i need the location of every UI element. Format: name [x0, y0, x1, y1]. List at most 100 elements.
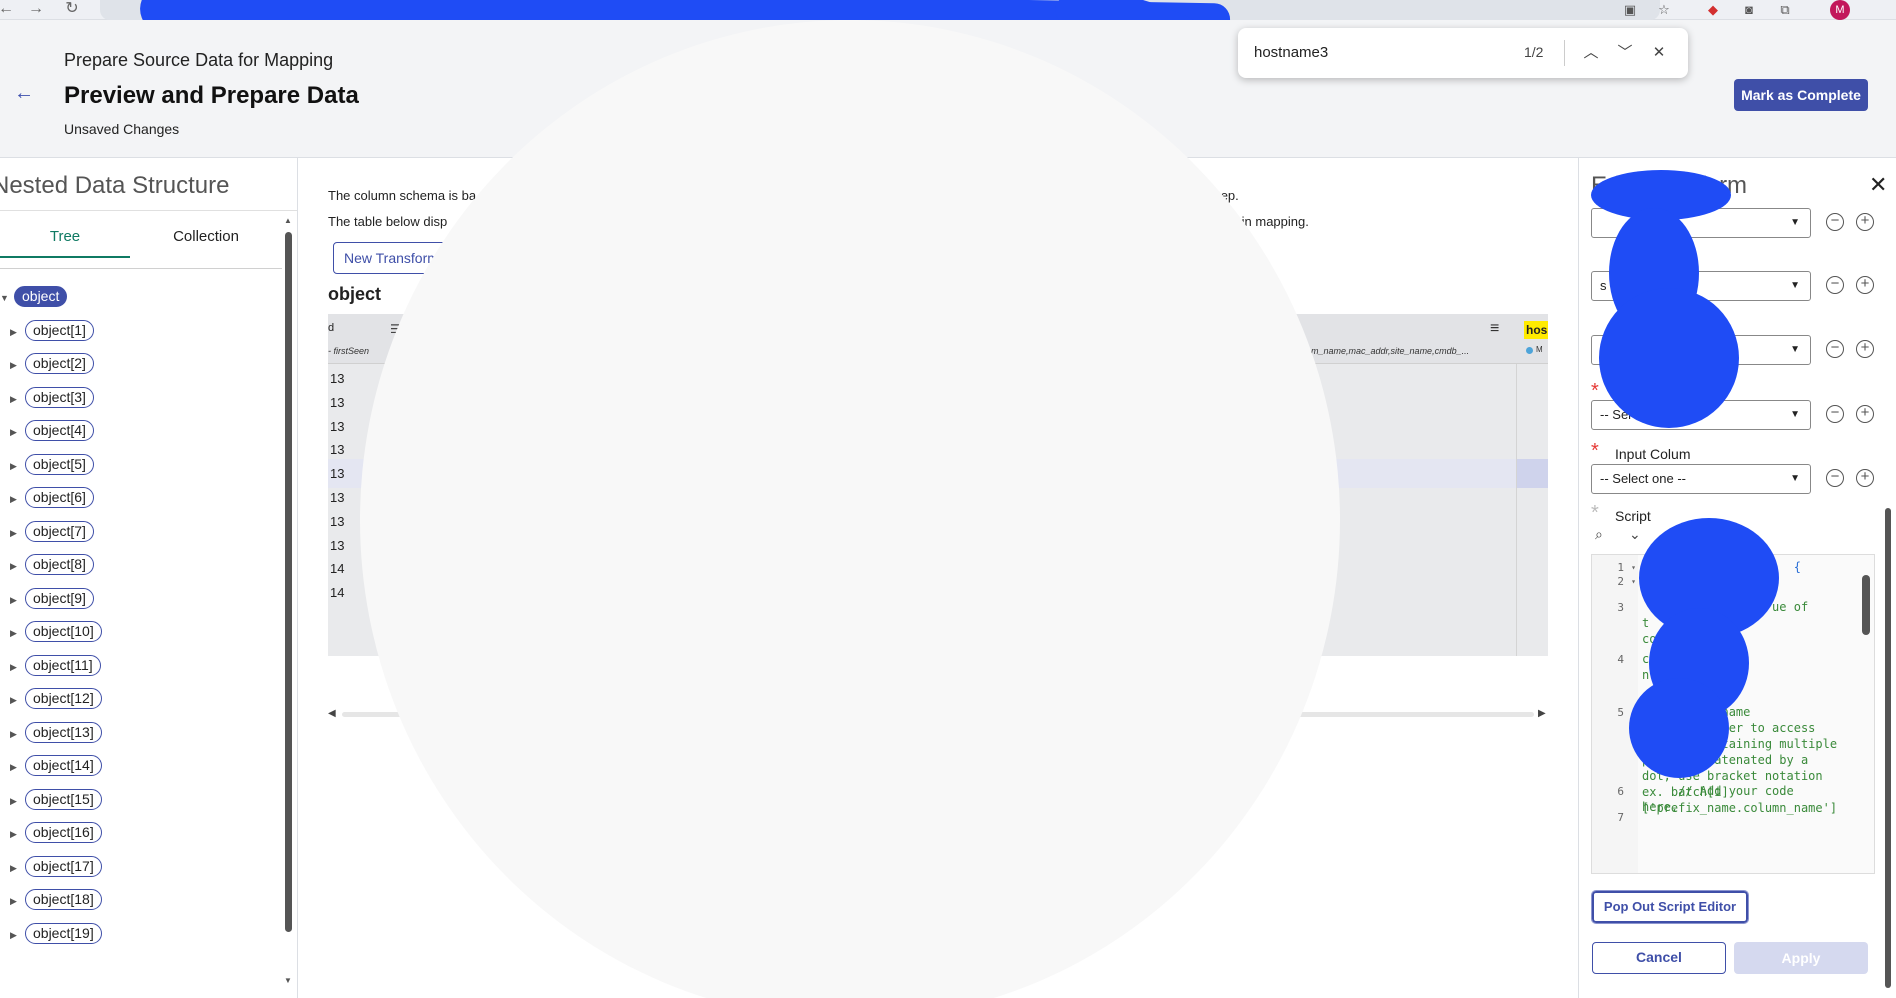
remove-icon[interactable]: −	[1826, 405, 1844, 423]
star-icon[interactable]: ☆	[1655, 1, 1673, 19]
fold-icon[interactable]: ▾	[1626, 577, 1636, 586]
forward-icon[interactable]: →	[24, 0, 48, 20]
caret-right-icon[interactable]: ▶	[10, 461, 17, 472]
column-menu-icon[interactable]: ≡	[1490, 320, 1499, 338]
fold-icon[interactable]: ▾	[1626, 563, 1636, 572]
tree-node[interactable]: ▶ object[13]	[0, 721, 280, 756]
back-icon[interactable]: ←	[0, 0, 18, 20]
caret-right-icon[interactable]: ▶	[10, 930, 17, 941]
tree-node[interactable]: ▶ object[6]	[0, 487, 280, 521]
pop-out-script-editor-button[interactable]: Pop Out Script Editor	[1591, 890, 1749, 924]
tree-node-label[interactable]: object[2]	[25, 353, 94, 374]
add-icon[interactable]: +	[1856, 213, 1874, 231]
caret-right-icon[interactable]: ▶	[10, 695, 17, 706]
puzzle-icon[interactable]: ⧉	[1776, 1, 1794, 19]
caret-right-icon[interactable]: ▶	[10, 628, 17, 639]
tree-node[interactable]: ▶ object[7]	[0, 520, 280, 555]
column-header-highlighted[interactable]: hos	[1524, 321, 1548, 339]
tree-node[interactable]: ▶ object[3]	[0, 386, 280, 421]
add-icon[interactable]: +	[1856, 405, 1874, 423]
tree-node-label[interactable]: object[16]	[25, 822, 102, 843]
tree-node-label[interactable]: object	[14, 286, 68, 307]
mark-complete-button[interactable]: Mark as Complete	[1734, 79, 1868, 111]
tree-node[interactable]: ▶ object[1]	[0, 319, 280, 354]
tree-node-label[interactable]: object[1]	[25, 319, 94, 341]
profile-avatar[interactable]: M	[1830, 0, 1850, 20]
tree-node-label[interactable]: object[10]	[25, 621, 102, 642]
find-previous-icon[interactable]: ︿	[1578, 40, 1604, 66]
add-icon[interactable]: +	[1856, 469, 1874, 487]
caret-right-icon[interactable]: ▶	[10, 829, 17, 840]
editor-scrollbar[interactable]	[1862, 575, 1870, 635]
caret-right-icon[interactable]: ▶	[10, 896, 17, 907]
caret-right-icon[interactable]: ▶	[10, 595, 17, 606]
find-next-icon[interactable]: ﹀	[1612, 40, 1638, 66]
tree-node-label[interactable]: object[3]	[25, 386, 94, 408]
tree-node-label[interactable]: object[17]	[25, 855, 102, 877]
tree-node-label[interactable]: object[12]	[25, 688, 102, 709]
tree-node[interactable]: ▶ object[5]	[0, 453, 280, 488]
column-header[interactable]: d	[328, 322, 334, 334]
caret-right-icon[interactable]: ▶	[10, 762, 17, 773]
caret-right-icon[interactable]: ▶	[10, 394, 17, 405]
chevron-down-icon[interactable]: ⌄	[1629, 526, 1641, 543]
tree-node[interactable]: ▶ object[19]	[0, 922, 280, 957]
tree-node-label[interactable]: object[11]	[25, 654, 101, 676]
scroll-left-icon[interactable]: ◀	[328, 708, 336, 719]
caret-right-icon[interactable]: ▶	[10, 528, 17, 539]
tree-node[interactable]: ▶ object[10]	[0, 621, 280, 655]
tree-node-label[interactable]: object[8]	[25, 554, 94, 575]
lens-icon[interactable]: ▣	[1621, 1, 1639, 19]
back-arrow-icon[interactable]: ←	[14, 82, 34, 105]
tree-node[interactable]: ▶ object[17]	[0, 855, 280, 890]
tree-node-label[interactable]: object[18]	[25, 889, 102, 910]
tree-node-label[interactable]: object[14]	[25, 755, 102, 776]
search-icon[interactable]: ⌕	[1595, 526, 1603, 543]
find-input[interactable]: hostname3	[1254, 44, 1328, 61]
tree-node[interactable]: ▶ object[2]	[0, 353, 280, 387]
tree-node-label[interactable]: object[6]	[25, 487, 94, 508]
tree-node[interactable]: ▶ object[18]	[0, 889, 280, 923]
caret-right-icon[interactable]: ▶	[10, 729, 17, 740]
caret-right-icon[interactable]: ▶	[10, 796, 17, 807]
close-icon[interactable]: ✕	[1869, 172, 1887, 198]
tree-node-label[interactable]: object[7]	[25, 520, 94, 542]
tab-tree[interactable]: Tree	[0, 216, 130, 258]
remove-icon[interactable]: −	[1826, 469, 1844, 487]
caret-right-icon[interactable]: ▶	[10, 327, 17, 338]
tab-collection[interactable]: Collection	[130, 216, 282, 258]
tree-node-label[interactable]: object[4]	[25, 420, 94, 441]
find-close-icon[interactable]: ✕	[1646, 40, 1672, 66]
tree-node-label[interactable]: object[19]	[25, 922, 102, 944]
caret-down-icon[interactable]: ▼	[0, 293, 9, 303]
scroll-right-icon[interactable]: ▶	[1538, 708, 1546, 719]
scroll-up-icon[interactable]: ▲	[282, 216, 294, 225]
cancel-button[interactable]: Cancel	[1592, 942, 1726, 974]
apply-button[interactable]: Apply	[1734, 942, 1868, 974]
remove-icon[interactable]: −	[1826, 276, 1844, 294]
tree-node-label[interactable]: object[9]	[25, 587, 94, 609]
extension-icon[interactable]: ◆	[1704, 1, 1722, 19]
add-icon[interactable]: +	[1856, 340, 1874, 358]
tree-node-root[interactable]: ▼ object	[0, 286, 280, 320]
tree-node[interactable]: ▶ object[9]	[0, 587, 280, 622]
add-icon[interactable]: +	[1856, 276, 1874, 294]
panel-scrollbar[interactable]	[1883, 208, 1893, 988]
caret-right-icon[interactable]: ▶	[10, 360, 17, 371]
caret-right-icon[interactable]: ▶	[10, 494, 17, 505]
tree-node[interactable]: ▶ object[11]	[0, 654, 280, 689]
tree-scrollbar[interactable]: ▲ ▼	[282, 216, 294, 986]
input-column-select[interactable]: -- Select one -- ▼	[1591, 464, 1811, 494]
caret-right-icon[interactable]: ▶	[10, 662, 17, 673]
scroll-down-icon[interactable]: ▼	[282, 976, 294, 985]
tree-node[interactable]: ▶ object[16]	[0, 822, 280, 856]
tree-node-label[interactable]: object[5]	[25, 453, 94, 475]
caret-right-icon[interactable]: ▶	[10, 863, 17, 874]
tree-node[interactable]: ▶ object[14]	[0, 755, 280, 789]
reload-icon[interactable]: ↻	[60, 0, 84, 20]
tree-node[interactable]: ▶ object[8]	[0, 554, 280, 588]
tree-node[interactable]: ▶ object[12]	[0, 688, 280, 722]
camera-icon[interactable]: ◙	[1740, 1, 1758, 19]
remove-icon[interactable]: −	[1826, 213, 1844, 231]
tree-node-label[interactable]: object[13]	[25, 721, 102, 743]
